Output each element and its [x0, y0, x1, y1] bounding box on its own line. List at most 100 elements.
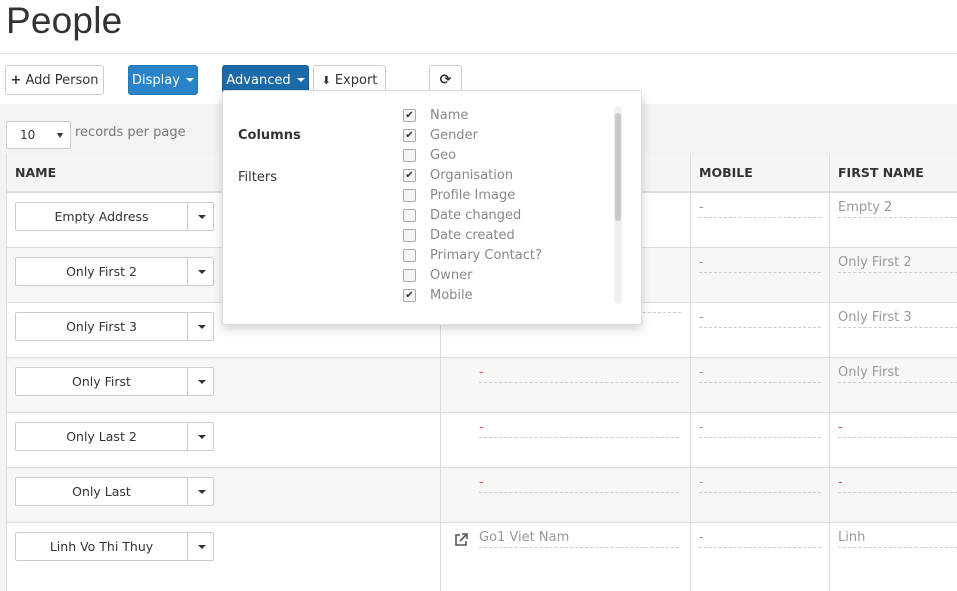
column-option-name[interactable]: ✔ Name [403, 108, 468, 123]
dropdown-scrollbar-thumb[interactable] [615, 113, 621, 221]
option-label: Date created [430, 228, 515, 243]
checkbox-checked[interactable]: ✔ [403, 289, 416, 302]
column-option-geo[interactable]: Geo [403, 148, 456, 163]
column-divider [690, 154, 691, 591]
external-link-icon[interactable] [454, 533, 468, 547]
caret-down-icon [197, 489, 206, 494]
organisation-cell[interactable]: - [479, 475, 679, 493]
download-icon: ⬇ [321, 73, 331, 87]
organisation-cell[interactable]: - [479, 420, 679, 438]
add-person-button[interactable]: + Add Person [5, 65, 104, 95]
page-title: People [6, 0, 123, 41]
column-header-name[interactable]: NAME [15, 165, 56, 180]
caret-down-icon [185, 78, 194, 82]
display-button[interactable]: Display [128, 65, 198, 95]
refresh-icon: ⟳ [439, 72, 452, 88]
option-label: Gender [430, 128, 478, 143]
caret-down-icon [197, 324, 206, 329]
column-option-owner[interactable]: Owner [403, 268, 472, 283]
plus-icon: + [10, 72, 22, 88]
person-button-group: Only First 3 [15, 312, 214, 341]
person-name-button[interactable]: Only Last 2 [15, 422, 188, 451]
person-actions-toggle[interactable] [188, 422, 214, 451]
column-option-date-changed[interactable]: Date changed [403, 208, 521, 223]
person-actions-toggle[interactable] [188, 367, 214, 396]
checkbox-unchecked[interactable] [403, 249, 416, 262]
mobile-cell[interactable]: - [699, 310, 821, 328]
display-label: Display [132, 72, 180, 88]
person-name-button[interactable]: Empty Address [15, 202, 188, 231]
column-option-mobile[interactable]: ✔ Mobile [403, 288, 473, 303]
first-name-cell[interactable]: Only First [838, 365, 957, 383]
person-actions-toggle[interactable] [188, 202, 214, 231]
mobile-cell[interactable]: - [699, 420, 821, 438]
person-name-button[interactable]: Linh Vo Thi Thuy [15, 532, 188, 561]
organisation-cell[interactable]: Go1 Viet Nam [479, 530, 679, 548]
column-option-organisation[interactable]: ✔ Organisation [403, 168, 513, 183]
column-option-date-created[interactable]: Date created [403, 228, 515, 243]
caret-down-icon [197, 214, 206, 219]
column-option-primary-contact[interactable]: Primary Contact? [403, 248, 542, 263]
person-button-group: Only First [15, 367, 214, 396]
caret-down-icon [197, 434, 206, 439]
person-actions-toggle[interactable] [188, 477, 214, 506]
caret-down-icon [197, 379, 206, 384]
checkbox-unchecked[interactable] [403, 209, 416, 222]
title-divider [0, 53, 957, 54]
person-button-group: Empty Address [15, 202, 214, 231]
caret-down-icon [197, 544, 206, 549]
caret-down-icon [296, 78, 305, 82]
option-label: Owner [430, 268, 473, 283]
checkbox-unchecked[interactable] [403, 229, 416, 242]
column-option-gender[interactable]: ✔ Gender [403, 128, 478, 143]
first-name-cell[interactable]: Empty 2 [838, 200, 957, 218]
person-name-button[interactable]: Only First [15, 367, 188, 396]
option-label: Geo [430, 148, 457, 163]
column-option-profile-image[interactable]: Profile Image [403, 188, 515, 203]
person-button-group: Linh Vo Thi Thuy [15, 532, 214, 561]
option-label: Mobile [430, 288, 473, 303]
mobile-cell[interactable]: - [699, 530, 821, 548]
records-per-page-select[interactable]: 10 [6, 121, 71, 149]
checkbox-checked[interactable]: ✔ [403, 109, 416, 122]
person-name-button[interactable]: Only Last [15, 477, 188, 506]
select-arrow-icon [57, 133, 63, 138]
option-label: Date changed [430, 208, 522, 223]
advanced-dropdown: Columns Filters ✔ Name ✔ Gender Geo ✔ Or… [222, 90, 642, 325]
option-label: Name [430, 108, 469, 123]
table-row: Only Last 2 - - - [7, 413, 957, 468]
checkbox-unchecked[interactable] [403, 269, 416, 282]
checkbox-checked[interactable]: ✔ [403, 169, 416, 182]
add-person-label: Add Person [25, 72, 99, 88]
mobile-cell[interactable]: - [699, 365, 821, 383]
export-label: Export [334, 72, 378, 88]
person-button-group: Only Last 2 [15, 422, 214, 451]
column-header-first-name[interactable]: FIRST NAME [838, 165, 924, 180]
option-label: Profile Image [430, 188, 516, 203]
first-name-cell[interactable]: Only First 2 [838, 255, 957, 273]
organisation-cell[interactable]: - [479, 365, 679, 383]
mobile-cell[interactable]: - [699, 200, 821, 218]
column-divider [829, 154, 830, 591]
person-actions-toggle[interactable] [188, 312, 214, 341]
person-button-group: Only Last [15, 477, 214, 506]
first-name-cell[interactable]: - [838, 420, 957, 438]
column-header-mobile[interactable]: MOBILE [699, 165, 753, 180]
person-name-button[interactable]: Only First 3 [15, 312, 188, 341]
person-button-group: Only First 2 [15, 257, 214, 286]
first-name-cell[interactable]: Linh [838, 530, 957, 548]
caret-down-icon [197, 269, 206, 274]
checkbox-checked[interactable]: ✔ [403, 129, 416, 142]
person-actions-toggle[interactable] [188, 532, 214, 561]
mobile-cell[interactable]: - [699, 255, 821, 273]
filters-section-label[interactable]: Filters [238, 170, 277, 185]
person-actions-toggle[interactable] [188, 257, 214, 286]
columns-section-label: Columns [238, 128, 301, 143]
mobile-cell[interactable]: - [699, 475, 821, 493]
checkbox-unchecked[interactable] [403, 189, 416, 202]
option-label: Primary Contact? [430, 248, 542, 263]
first-name-cell[interactable]: - [838, 475, 957, 493]
person-name-button[interactable]: Only First 2 [15, 257, 188, 286]
checkbox-unchecked[interactable] [403, 149, 416, 162]
first-name-cell[interactable]: Only First 3 [838, 310, 957, 328]
